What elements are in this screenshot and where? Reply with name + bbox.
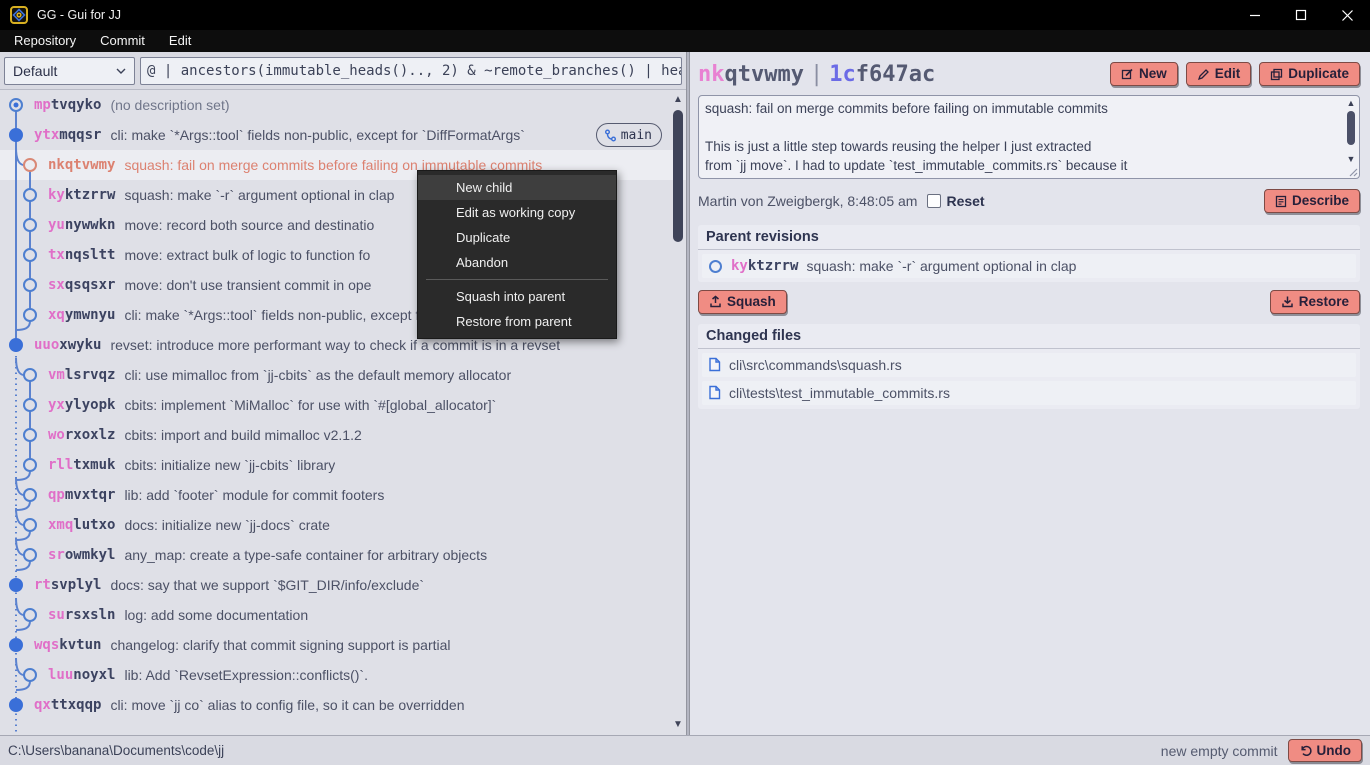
context-menu-item-squash-into-parent[interactable]: Squash into parent — [418, 284, 616, 309]
minimize-button[interactable] — [1232, 0, 1278, 30]
context-menu-separator — [426, 279, 608, 280]
changed-files-heading: Changed files — [698, 324, 1360, 349]
file-icon — [709, 385, 721, 400]
parent-revision-desc: squash: make `-r` argument optional in c… — [806, 258, 1077, 274]
change-id-prefix: nk — [698, 61, 725, 87]
log-row-qpmvxtqr[interactable]: qpmvxtqr lib: add `footer` module for com… — [0, 480, 686, 510]
restore-icon — [1281, 296, 1293, 308]
chevron-down-icon — [116, 68, 126, 74]
log-scroll-up-arrow[interactable]: ▲ — [672, 94, 684, 106]
detail-pane: nkqtvwmy | 1cf647ac New Edit Duplicate squ… — [690, 52, 1370, 735]
restore-button[interactable]: Restore — [1269, 290, 1360, 314]
log-row-rtsvplyl[interactable]: rtsvplyl docs: say that we support `$GIT_… — [0, 570, 686, 600]
revset-preset-value: Default — [13, 62, 58, 79]
log-row-worxoxlz[interactable]: worxoxlz cbits: import and build mimalloc… — [0, 420, 686, 450]
duplicate-button[interactable]: Duplicate — [1259, 62, 1360, 86]
commit-hash-rest: f647ac — [855, 61, 936, 87]
edit-button[interactable]: Edit — [1185, 62, 1252, 86]
revset-toolbar: Default @ | ancestors(immutable_heads().… — [0, 52, 686, 90]
log-row-yxylyopk[interactable]: yxylyopk cbits: implement `MiMalloc` for … — [0, 390, 686, 420]
describe-icon — [1275, 195, 1287, 207]
menu-bar: Repository Commit Edit — [0, 30, 1370, 52]
log-scroll-down-arrow[interactable]: ▼ — [672, 719, 684, 731]
undo-button[interactable]: Undo — [1287, 738, 1362, 763]
description-scroll-up-arrow[interactable]: ▲ — [1345, 98, 1357, 108]
log-row-luunoyxl[interactable]: luunoyxl lib: Add `RevsetExpression::conf… — [0, 660, 686, 690]
changed-files-section: Changed files cli\src\commands\squash.rs… — [698, 323, 1360, 409]
edit-icon — [1197, 68, 1209, 80]
description-scroll-down-arrow[interactable]: ▼ — [1345, 154, 1357, 164]
change-id-rest: qtvwmy — [724, 61, 804, 87]
new-icon — [1121, 68, 1133, 79]
log-row-vmlsrvqz[interactable]: vmlsrvqz cli: use mimalloc from `jj-cbits… — [0, 360, 686, 390]
description-text: squash: fail on merge commits before fai… — [705, 101, 1128, 173]
status-bar: C:\Users\banana\Documents\code\jj new em… — [0, 735, 1370, 765]
revset-input[interactable]: @ | ancestors(immutable_heads().., 2) & … — [140, 56, 682, 85]
describe-button[interactable]: Describe — [1263, 189, 1360, 213]
squash-button[interactable]: Squash — [698, 290, 787, 314]
context-menu-item-edit-as-working-copy[interactable]: Edit as working copy — [418, 200, 616, 225]
menu-edit[interactable]: Edit — [157, 30, 203, 52]
log-row-srowmkyl[interactable]: srowmkyl any_map: create a type-safe cont… — [0, 540, 686, 570]
duplicate-icon — [1271, 68, 1283, 80]
description-textarea[interactable]: squash: fail on merge commits before fai… — [698, 95, 1360, 179]
reset-checkbox[interactable] — [927, 194, 942, 208]
file-path: cli\tests\test_immutable_commits.rs — [729, 384, 950, 401]
commit-hash-prefix: 1c — [829, 61, 856, 87]
maximize-icon — [1295, 9, 1307, 21]
commit-node-icon — [709, 259, 722, 273]
log-row-qxttxqqp[interactable]: qxttxqqp cli: move `jj co` alias to confi… — [0, 690, 686, 720]
window-title: GG - Gui for JJ — [37, 8, 122, 22]
undo-icon — [1300, 745, 1312, 756]
log-row-xmqlutxo[interactable]: xmqlutxo docs: initialize new `jj-docs` c… — [0, 510, 686, 540]
maximize-button[interactable] — [1278, 0, 1324, 30]
close-button[interactable] — [1324, 0, 1370, 30]
parent-revision-row[interactable]: kyktzrrw squash: make `-r` argument opti… — [702, 254, 1356, 278]
log-row-wqskvtun[interactable]: wqskvtun changelog: clarify that commit s… — [0, 630, 686, 660]
parent-revisions-section: Parent revisions kyktzrrw squash: make `… — [698, 225, 1360, 282]
log-row-ytxmqqsr[interactable]: ytxmqqsr cli: make `*Args::tool` fields n… — [0, 120, 686, 150]
new-button[interactable]: New — [1109, 62, 1178, 86]
repo-path: C:\Users\banana\Documents\code\jj — [8, 743, 225, 758]
context-menu-item-restore-from-parent[interactable]: Restore from parent — [418, 309, 616, 334]
context-menu: New child Edit as working copy Duplicate Ab… — [417, 170, 617, 339]
log-row-mptvqyko[interactable]: mptvqyko (no description set) — [0, 90, 686, 120]
changed-file-row[interactable]: cli\src\commands\squash.rs — [702, 352, 1356, 377]
revset-preset-select[interactable]: Default — [4, 56, 135, 85]
reset-checkbox-label: Reset — [946, 193, 985, 209]
description-scrollbar-thumb[interactable] — [1347, 111, 1355, 145]
changed-file-row[interactable]: cli\tests\test_immutable_commits.rs — [702, 380, 1356, 405]
menu-repository[interactable]: Repository — [2, 30, 88, 52]
revision-title: nkqtvwmy | 1cf647ac — [698, 61, 936, 87]
title-bar: GG - Gui for JJ — [0, 0, 1370, 30]
file-path: cli\src\commands\squash.rs — [729, 356, 902, 373]
log-row-sursxsln[interactable]: sursxsln log: add some documentation — [0, 600, 686, 630]
author-timestamp: Martin von Zweigbergk, 8:48:05 am — [698, 193, 918, 209]
branch-icon — [604, 129, 616, 141]
resize-grip-icon[interactable] — [1348, 167, 1358, 177]
close-icon — [1341, 9, 1353, 21]
status-message: new empty commit — [1160, 742, 1278, 759]
parent-revisions-heading: Parent revisions — [698, 225, 1360, 250]
log-row-rlltxmuk[interactable]: rlltxmuk cbits: initialize new `jj-cbits`… — [0, 450, 686, 480]
log-scrollbar-thumb[interactable] — [673, 110, 683, 242]
app-icon — [10, 6, 28, 24]
menu-commit[interactable]: Commit — [88, 30, 157, 52]
branch-badge-main[interactable]: main — [595, 123, 662, 147]
context-menu-item-new-child[interactable]: New child — [418, 175, 616, 200]
file-icon — [709, 357, 721, 372]
context-menu-item-abandon[interactable]: Abandon — [418, 250, 616, 275]
log-pane: Default @ | ancestors(immutable_heads().… — [0, 52, 686, 735]
context-menu-item-duplicate[interactable]: Duplicate — [418, 225, 616, 250]
squash-icon — [710, 295, 721, 308]
